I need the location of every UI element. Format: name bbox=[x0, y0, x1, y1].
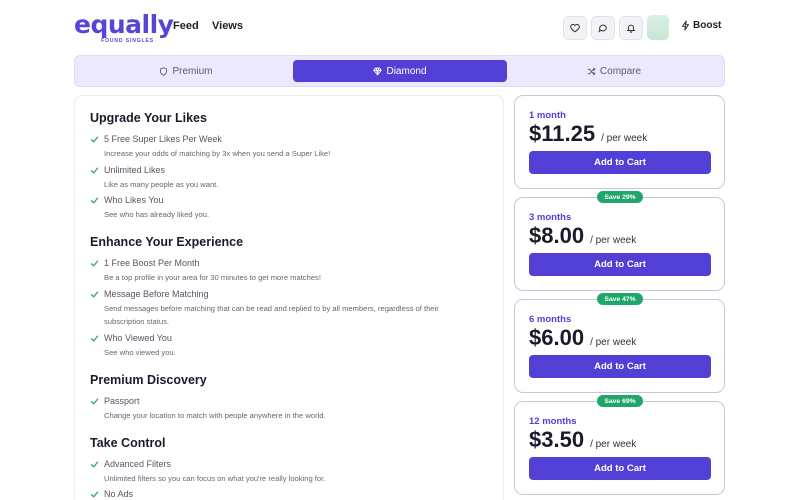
feature-item: Who Viewed You See who viewed you. bbox=[90, 333, 495, 360]
feature-name: Who Likes You bbox=[104, 195, 164, 205]
feature-item: Advanced Filters Unlimited filters so yo… bbox=[90, 459, 495, 486]
plan-card-12-months[interactable]: Save 69% 12 months $3.50 / per week Add … bbox=[514, 395, 725, 495]
plan-period: / per week bbox=[601, 133, 648, 144]
top-header: equally FOUND SINGLES Feed Views Boost bbox=[0, 0, 800, 56]
check-icon bbox=[90, 197, 99, 203]
feature-name: Message Before Matching bbox=[104, 289, 209, 299]
boost-label: Boost bbox=[693, 20, 722, 31]
plan-price-row: $8.00 / per week bbox=[529, 223, 636, 249]
feature-description: See who viewed you. bbox=[104, 348, 176, 357]
shuffle-icon bbox=[587, 67, 596, 75]
feature-item: Unlimited Likes Like as many people as y… bbox=[90, 165, 495, 192]
section-title: Upgrade Your Likes bbox=[90, 111, 207, 125]
brand-logo[interactable]: equally FOUND SINGLES bbox=[74, 10, 174, 44]
plan-period: / per week bbox=[590, 337, 637, 348]
plan-period: / per week bbox=[590, 439, 637, 450]
check-icon bbox=[90, 491, 99, 497]
savings-badge: Save 29% bbox=[597, 191, 643, 203]
section-title: Take Control bbox=[90, 436, 166, 450]
tab-diamond-label: Diamond bbox=[386, 65, 427, 77]
feature-name: Who Viewed You bbox=[104, 333, 172, 343]
tab-compare-label: Compare bbox=[599, 65, 642, 77]
tab-premium[interactable]: Premium bbox=[79, 60, 293, 82]
plan-card-6-months[interactable]: Save 47% 6 months $6.00 / per week Add t… bbox=[514, 293, 725, 393]
plan-price: $3.50 bbox=[529, 427, 585, 452]
feature-item: Who Likes You See who has already liked … bbox=[90, 195, 495, 222]
check-icon bbox=[90, 167, 99, 173]
check-icon bbox=[90, 260, 99, 266]
feature-name: 5 Free Super Likes Per Week bbox=[104, 134, 222, 144]
nav-feed-link[interactable]: Feed bbox=[173, 20, 199, 32]
nav-views-link[interactable]: Views bbox=[212, 20, 243, 32]
add-to-cart-button[interactable]: Add to Cart bbox=[529, 355, 711, 378]
check-icon bbox=[90, 136, 99, 142]
plan-duration: 1 month bbox=[529, 110, 566, 121]
tab-premium-label: Premium bbox=[172, 65, 213, 77]
feature-name: Advanced Filters bbox=[104, 459, 172, 469]
check-icon bbox=[90, 461, 99, 467]
feature-name: Passport bbox=[104, 396, 140, 406]
plan-card-3-months[interactable]: Save 29% 3 months $8.00 / per week Add t… bbox=[514, 191, 725, 291]
feature-description: Be a top profile in your area for 30 min… bbox=[104, 273, 321, 282]
add-to-cart-button[interactable]: Add to Cart bbox=[529, 151, 711, 174]
check-icon bbox=[90, 291, 99, 297]
messages-button[interactable] bbox=[591, 16, 615, 40]
tab-diamond[interactable]: Diamond bbox=[293, 60, 507, 82]
feature-item: No Ads bbox=[90, 489, 495, 499]
feature-item: Passport Change your location to match w… bbox=[90, 396, 495, 423]
feature-name: Unlimited Likes bbox=[104, 165, 166, 175]
features-panel: Upgrade Your Likes 5 Free Super Likes Pe… bbox=[74, 95, 504, 500]
feature-name: 1 Free Boost Per Month bbox=[104, 258, 200, 268]
feature-description: See who has already liked you. bbox=[104, 210, 210, 219]
section-title: Enhance Your Experience bbox=[90, 235, 244, 249]
add-to-cart-button[interactable]: Add to Cart bbox=[529, 457, 711, 480]
plan-period: / per week bbox=[590, 235, 637, 246]
plan-card-1-month[interactable]: 1 month $11.25 / per week Add to Cart bbox=[514, 95, 725, 189]
feature-item: 5 Free Super Likes Per Week Increase you… bbox=[90, 134, 495, 161]
boost-button[interactable]: Boost bbox=[681, 20, 721, 31]
brand-name: equally bbox=[74, 10, 174, 39]
notifications-button[interactable] bbox=[619, 16, 643, 40]
plan-price-row: $3.50 / per week bbox=[529, 427, 636, 453]
plan-duration: 6 months bbox=[529, 314, 572, 325]
savings-badge: Save 47% bbox=[597, 293, 643, 305]
feature-item: Message Before Matching Send messages be… bbox=[90, 289, 495, 328]
feature-description: Increase your odds of matching by 3x whe… bbox=[104, 149, 331, 158]
feature-name: No Ads bbox=[104, 489, 134, 499]
shield-icon bbox=[160, 66, 168, 76]
plan-price: $11.25 bbox=[529, 121, 596, 146]
feature-description: Unlimited filters so you can focus on wh… bbox=[104, 474, 326, 483]
plan-price-row: $11.25 / per week bbox=[529, 121, 647, 147]
chat-bubble-icon bbox=[598, 24, 607, 33]
lightning-icon bbox=[682, 20, 689, 31]
tab-compare[interactable]: Compare bbox=[507, 60, 721, 82]
feature-description: Like as many people as you want. bbox=[104, 180, 219, 189]
plan-price: $8.00 bbox=[529, 223, 585, 248]
user-avatar[interactable] bbox=[647, 15, 669, 40]
feature-description: Change your location to match with peopl… bbox=[104, 411, 326, 420]
check-icon bbox=[90, 335, 99, 341]
plan-price-row: $6.00 / per week bbox=[529, 325, 636, 351]
heart-icon bbox=[570, 23, 580, 33]
diamond-icon bbox=[373, 67, 383, 75]
savings-badge: Save 69% bbox=[597, 395, 643, 407]
likes-button[interactable] bbox=[563, 16, 587, 40]
check-icon bbox=[90, 398, 99, 404]
plan-price: $6.00 bbox=[529, 325, 585, 350]
section-title: Premium Discovery bbox=[90, 373, 207, 387]
feature-item: 1 Free Boost Per Month Be a top profile … bbox=[90, 258, 495, 285]
plan-duration: 12 months bbox=[529, 416, 577, 427]
plan-duration: 3 months bbox=[529, 212, 572, 223]
bell-icon bbox=[626, 24, 636, 33]
add-to-cart-button[interactable]: Add to Cart bbox=[529, 253, 711, 276]
tier-selector: Premium Diamond Compare bbox=[74, 55, 725, 87]
feature-description: Send messages before matching that can b… bbox=[104, 304, 439, 326]
